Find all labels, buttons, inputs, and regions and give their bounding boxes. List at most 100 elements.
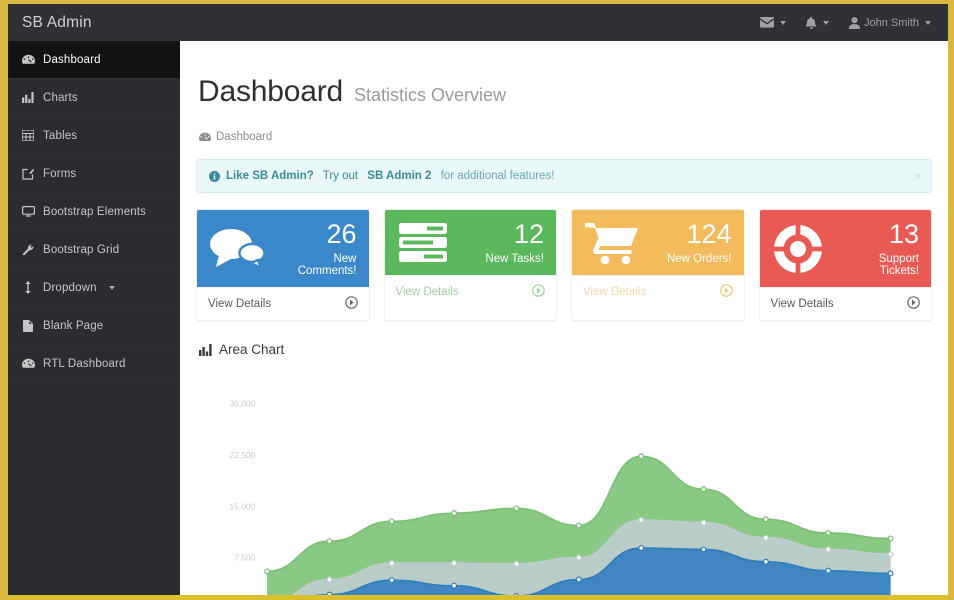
stat-caption: New Comments!: [273, 253, 356, 277]
chart-point[interactable]: [701, 547, 706, 552]
stat-panel[interactable]: 12New Tasks! View Details: [384, 209, 558, 321]
chart-point[interactable]: [826, 547, 831, 552]
sidebar-item-dashboard[interactable]: Dashboard: [8, 41, 180, 79]
chart-point[interactable]: [763, 517, 768, 522]
sidebar-item-forms[interactable]: Forms: [8, 155, 180, 193]
stat-panel[interactable]: 26New Comments! View Details: [196, 209, 370, 321]
page-header: Dashboard Statistics Overview: [196, 41, 932, 109]
stat-panel-body: 124New Orders!: [572, 210, 744, 275]
stat-panel[interactable]: 13 Support Tickets! View Details: [759, 209, 933, 321]
view-details-link[interactable]: View Details: [385, 275, 557, 308]
messages-dropdown[interactable]: [751, 10, 795, 35]
sidebar: Dashboard Charts Tables Forms Bootstrap Elem…: [8, 41, 180, 595]
chart-point[interactable]: [514, 561, 519, 566]
chart-point[interactable]: [763, 535, 768, 540]
user-name-label: John Smith: [864, 17, 919, 29]
sidebar-item-blank-page[interactable]: Blank Page: [8, 307, 180, 345]
chart-point[interactable]: [639, 454, 644, 459]
chart-point[interactable]: [327, 539, 332, 544]
view-details-link[interactable]: View Details: [197, 287, 369, 320]
view-details-link[interactable]: View Details: [760, 287, 932, 320]
brand-logo[interactable]: SB Admin: [22, 14, 92, 32]
chart-point[interactable]: [888, 571, 893, 576]
sidebar-item-bootstrap-elements[interactable]: Bootstrap Elements: [8, 193, 180, 231]
sidebar-item-label: Charts: [43, 92, 78, 104]
main-content: Dashboard Statistics Overview Dashboard …: [180, 41, 948, 595]
stat-panel-figures: 124New Orders!: [667, 221, 732, 265]
chart-point[interactable]: [576, 523, 581, 528]
sidebar-item-label: Tables: [43, 130, 77, 142]
chart-point[interactable]: [389, 578, 394, 583]
sidebar-item-dropdown[interactable]: Dropdown: [8, 269, 180, 307]
view-details-link[interactable]: View Details: [572, 275, 744, 308]
chart-point[interactable]: [389, 519, 394, 524]
navbar-right-group: John Smith: [751, 9, 940, 36]
sidebar-item-label: Bootstrap Elements: [43, 206, 146, 218]
stat-caption: Support Tickets!: [837, 253, 919, 277]
sidebar-item-label: Bootstrap Grid: [43, 244, 119, 256]
file-icon: [21, 320, 35, 332]
chart-point[interactable]: [389, 561, 394, 566]
chart-point[interactable]: [576, 577, 581, 582]
chart-y-tick: 7,500: [234, 553, 255, 563]
alerts-dropdown[interactable]: [797, 9, 838, 36]
chevron-down-icon: [925, 21, 931, 25]
chart-point[interactable]: [327, 592, 332, 595]
circle-arrow-right-icon: [532, 284, 545, 300]
chart-point[interactable]: [826, 531, 831, 536]
stat-panel[interactable]: 124New Orders! View Details: [571, 209, 745, 321]
chart-point[interactable]: [639, 546, 644, 551]
chart-point[interactable]: [826, 568, 831, 573]
chart-point[interactable]: [639, 518, 644, 523]
tasks-icon: [397, 222, 463, 264]
chart-point[interactable]: [327, 577, 332, 582]
area-chart[interactable]: 30,00022,50015,0007,500: [196, 379, 932, 595]
sidebar-item-rtl-dashboard[interactable]: RTL Dashboard: [8, 345, 180, 383]
chevron-down-icon: [823, 21, 829, 25]
chart-point[interactable]: [763, 559, 768, 564]
alert-text-1: Try out: [320, 170, 362, 182]
view-details-label: View Details: [583, 286, 646, 298]
close-icon[interactable]: ×: [914, 169, 922, 183]
chart-point[interactable]: [701, 487, 706, 492]
circle-arrow-right-icon: [720, 284, 733, 300]
sidebar-item-charts[interactable]: Charts: [8, 79, 180, 117]
chart-point[interactable]: [452, 583, 457, 588]
alert-strong-2[interactable]: SB Admin 2: [367, 170, 431, 182]
breadcrumb[interactable]: Dashboard: [199, 131, 932, 143]
stat-panel-figures: 26New Comments!: [273, 221, 356, 277]
view-details-label: View Details: [771, 298, 834, 310]
circle-arrow-right-icon: [907, 296, 920, 312]
alert-strong-1: Like SB Admin?: [226, 170, 314, 182]
chart-point[interactable]: [701, 520, 706, 525]
stat-panel-figures: 12New Tasks!: [485, 221, 544, 265]
view-details-label: View Details: [208, 298, 271, 310]
chart-card-header: Area Chart: [196, 339, 932, 357]
sidebar-item-label: RTL Dashboard: [43, 358, 126, 370]
chart-point[interactable]: [514, 594, 519, 595]
chart-point[interactable]: [452, 511, 457, 516]
sidebar-item-bootstrap-grid[interactable]: Bootstrap Grid: [8, 231, 180, 269]
view-details-label: View Details: [396, 286, 459, 298]
user-dropdown[interactable]: John Smith: [840, 10, 940, 36]
sidebar-item-tables[interactable]: Tables: [8, 117, 180, 155]
dashboard-icon: [21, 54, 35, 66]
chevron-down-icon: [780, 21, 786, 25]
chart-point[interactable]: [452, 561, 457, 566]
edit-icon: [21, 168, 35, 180]
chart-bar-icon: [199, 344, 212, 356]
cart-icon: [584, 221, 650, 265]
stat-value: 124: [667, 221, 732, 248]
top-navbar: SB Admin John Smith: [8, 4, 948, 41]
stat-value: 13: [837, 221, 919, 248]
stat-panel-body: 12New Tasks!: [385, 210, 557, 275]
chart-point[interactable]: [888, 536, 893, 541]
sidebar-item-label: Forms: [43, 168, 76, 180]
chart-point[interactable]: [576, 555, 581, 560]
stat-panels: 26New Comments! View Details 12New Tasks! V…: [196, 209, 932, 321]
chart-point[interactable]: [888, 552, 893, 557]
chart-bar-icon: [21, 92, 35, 103]
envelope-icon: [760, 17, 774, 28]
chart-point[interactable]: [265, 569, 270, 574]
chart-point[interactable]: [514, 506, 519, 511]
